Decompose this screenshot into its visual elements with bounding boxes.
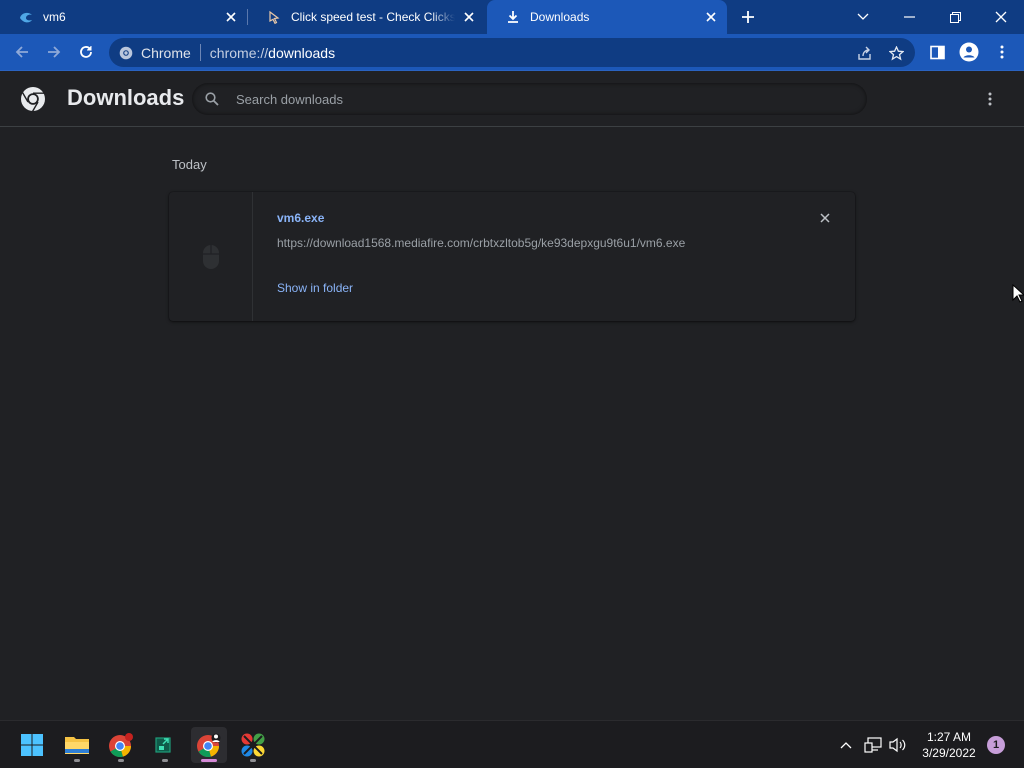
file-icon-column [169,192,253,321]
terminal-app-icon [155,737,171,753]
share-icon [857,46,871,60]
site-info-chip[interactable]: Chrome [119,45,191,61]
arrow-right-icon [48,46,61,58]
tab-downloads[interactable]: Downloads [487,0,727,34]
reload-icon [80,46,92,58]
chrome-icon [109,733,133,758]
show-hidden-icons-button[interactable] [836,734,856,756]
downloads-menu-button[interactable] [978,87,1002,111]
paint-app-icon [241,733,265,757]
clock-date: 3/29/2022 [922,746,976,760]
taskbar-chrome[interactable] [103,727,139,763]
remove-from-list-button[interactable] [817,210,833,226]
tab-search-button[interactable] [840,0,886,34]
profile-icon [959,42,979,62]
chevron-up-icon [840,742,852,749]
start-button[interactable] [14,727,50,763]
clock-time: 1:27 AM [926,730,972,744]
forward-button[interactable] [41,39,67,65]
address-bar[interactable]: Chrome chrome://downloads [109,38,915,67]
cursor-click-icon [266,9,282,25]
running-indicator [250,759,256,762]
system-clock[interactable]: 1:27 AM 3/29/2022 [914,729,984,761]
arrow-left-icon [15,46,28,58]
running-indicator [201,759,217,762]
browser-toolbar: Chrome chrome://downloads [0,34,1024,71]
back-button[interactable] [9,39,35,65]
show-in-folder-link[interactable]: Show in folder [277,281,353,295]
tab-vm6[interactable]: vm6 [0,0,247,34]
chrome-active-icon [197,733,221,758]
taskbar-chrome-active[interactable] [191,727,227,763]
chrome-menu-button[interactable] [989,39,1015,65]
tab-title: Click speed test - Check Clicks per Seco… [291,10,455,24]
search-icon [204,91,220,107]
close-icon[interactable] [223,9,239,25]
share-button[interactable] [851,40,877,66]
bookmark-button[interactable] [883,40,909,66]
new-tab-button[interactable] [736,5,760,29]
network-status[interactable] [863,734,883,756]
tab-title: Downloads [530,10,590,24]
edge-icon [18,9,34,25]
running-indicator [74,759,80,762]
chrome-icon [119,46,133,59]
close-icon [995,11,1007,23]
speaker-icon [889,737,906,753]
close-icon [820,213,830,223]
running-indicator [118,759,124,762]
tab-title: vm6 [43,10,66,24]
profile-button[interactable] [956,39,982,65]
page-title: Downloads [67,85,185,110]
date-group-label: Today [172,157,207,172]
close-icon[interactable] [461,9,477,25]
mouse-pointer-icon [1012,284,1024,303]
tab-click-speed-test[interactable]: Click speed test - Check Clicks per Seco… [248,0,485,34]
chevron-down-icon [857,13,869,20]
chip-label: Chrome [141,44,191,61]
reload-button[interactable] [73,39,99,65]
restore-button[interactable] [932,0,978,34]
taskbar-paint-app[interactable] [235,727,271,763]
star-icon [888,45,904,60]
windows-start-icon [21,734,43,756]
plus-icon [742,11,754,23]
chrome-logo-icon [21,87,45,112]
close-icon[interactable] [703,9,719,25]
restore-icon [949,11,961,23]
network-icon [864,737,882,753]
tab-strip: vm6 Click speed test - Check Clicks per … [0,0,1024,34]
file-explorer-icon [65,737,89,754]
download-item: vm6.exe https://download1568.mediafire.c… [169,192,855,321]
downloads-header: Downloads [0,71,1024,127]
file-name-link[interactable]: vm6.exe [277,211,324,225]
taskbar-terminal-app[interactable] [147,727,183,763]
taskbar: 1:27 AM 3/29/2022 [0,720,1024,768]
side-panel-button[interactable] [924,39,950,65]
search-input[interactable] [236,91,796,107]
mouse-file-icon [202,244,219,269]
url-scheme: chrome:// [209,44,269,61]
url-text[interactable]: chrome://downloads [210,45,335,61]
volume-control[interactable] [888,734,908,756]
close-window-button[interactable] [978,0,1024,34]
minimize-icon [903,16,915,18]
kebab-menu-icon [1000,45,1004,59]
running-indicator [162,759,168,762]
side-panel-icon [929,45,945,59]
omnibox-divider [199,44,201,61]
search-box[interactable] [192,83,867,115]
minimize-button[interactable] [886,0,932,34]
notification-badge[interactable]: 1 [987,736,1005,754]
download-icon [505,9,521,25]
url-host: downloads [268,44,336,61]
taskbar-file-explorer[interactable] [59,727,95,763]
file-source-url[interactable]: https://download1568.mediafire.com/crbtx… [277,236,685,250]
kebab-menu-icon [988,92,992,106]
